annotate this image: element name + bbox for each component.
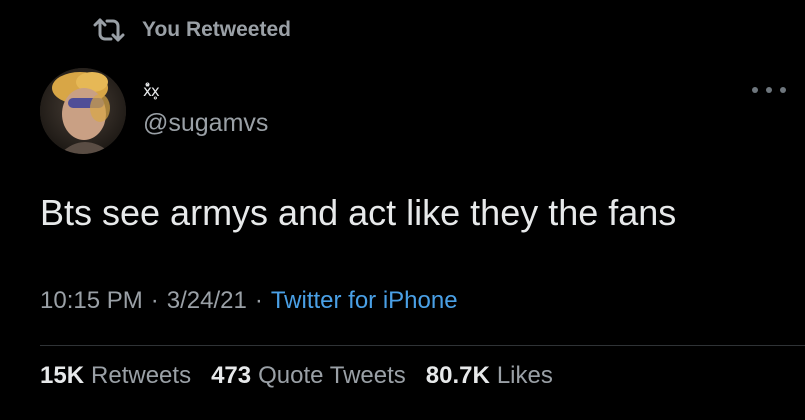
social-context[interactable]: You Retweeted xyxy=(92,14,291,46)
author-handle[interactable]: @sugamvs xyxy=(143,109,268,138)
more-dot xyxy=(766,87,772,93)
retweets-count: 15K xyxy=(40,362,85,389)
likes-label: Likes xyxy=(496,362,553,389)
tweet-meta: 10:15 PM · 3/24/21 · Twitter for iPhone xyxy=(40,287,458,315)
meta-separator: · xyxy=(150,287,159,314)
meta-separator: · xyxy=(254,287,263,314)
tweet-source-link[interactable]: Twitter for iPhone xyxy=(271,287,458,315)
retweets-label: Retweets xyxy=(91,362,192,389)
tweet-time[interactable]: 10:15 PM xyxy=(40,287,143,315)
likes-count: 80.7K xyxy=(425,362,490,389)
tweet-text: Bts see armys and act like they the fans xyxy=(40,192,677,233)
more-dot xyxy=(752,87,758,93)
likes-stat[interactable]: 80.7K Likes xyxy=(426,362,553,390)
social-context-text: You Retweeted xyxy=(142,18,291,41)
quote-tweets-count: 473 xyxy=(211,362,252,389)
more-options-icon[interactable] xyxy=(752,80,786,100)
more-dot xyxy=(780,87,786,93)
quote-tweets-stat[interactable]: 473 Quote Tweets xyxy=(211,362,406,390)
author-display-name[interactable]: x̊̽x̥ xyxy=(143,82,160,100)
avatar[interactable] xyxy=(40,68,126,154)
tweet-date[interactable]: 3/24/21 xyxy=(167,287,247,315)
tweet-stats: 15K Retweets 473 Quote Tweets 80.7K Like… xyxy=(40,362,573,390)
retweets-stat[interactable]: 15K Retweets xyxy=(40,362,191,390)
divider xyxy=(40,345,805,346)
retweet-icon xyxy=(92,18,126,42)
quote-tweets-label: Quote Tweets xyxy=(258,362,406,389)
